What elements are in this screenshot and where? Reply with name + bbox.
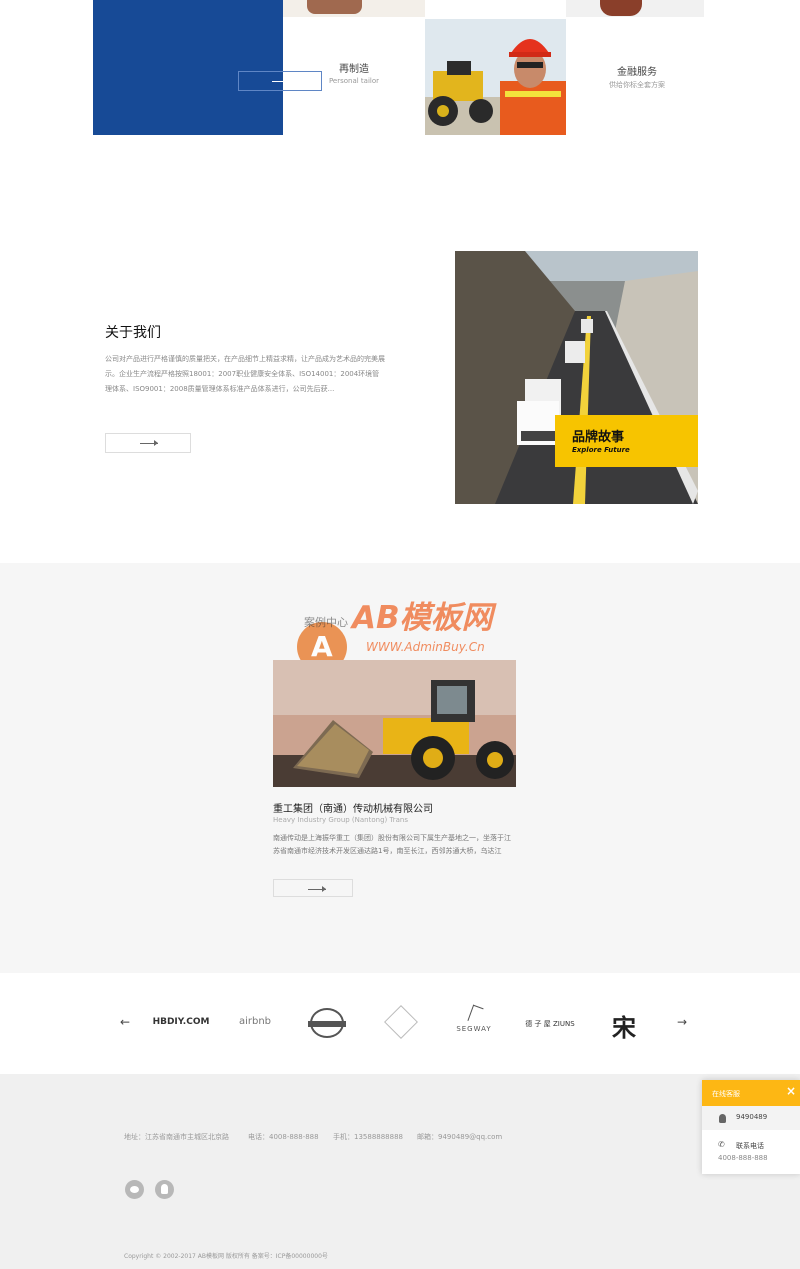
product-shape — [307, 0, 362, 14]
brand-story-title: 品牌故事 — [572, 430, 625, 445]
hands-shape — [600, 0, 642, 16]
badge-banner — [308, 1021, 346, 1027]
watermark-url: WWW.AdminBuy.Cn — [366, 640, 485, 654]
service-image-worker — [425, 19, 566, 135]
partners-prev-arrow-icon[interactable]: ← — [120, 1015, 130, 1029]
brand-story-subtitle: Explore Future — [572, 446, 630, 454]
service-subtitle: Personal tailor — [328, 77, 380, 85]
partner-logo-diamond-icon[interactable] — [384, 1005, 418, 1039]
phone-icon: ✆ — [718, 1140, 725, 1149]
online-service-widget: 在线客服 × 9490489 ✆ 联系电话 4008-888-888 — [702, 1080, 800, 1174]
footer — [0, 1074, 800, 1269]
widget-contact-phone: 4008-888-888 — [718, 1154, 768, 1162]
partners-next-arrow-icon[interactable]: → — [677, 1015, 687, 1029]
partner-logo-ziuns[interactable]: 德 子 屋 ZIUNS — [522, 1019, 578, 1029]
watermark-brand: AB模板网 — [352, 600, 493, 636]
partner-logo-airbnb[interactable]: airbnb — [230, 1016, 280, 1027]
section-heading-faded: 案例中心 — [304, 616, 348, 629]
about-title: 关于我们 — [105, 325, 161, 341]
segway-mark-icon — [467, 1004, 484, 1025]
case-text: 南通传动是上海振华重工（集团）股份有限公司下属生产基地之一，坐落于江苏省南通市经… — [273, 834, 511, 855]
partner-logo-segway[interactable]: SEGWAY — [448, 1025, 500, 1033]
close-icon[interactable]: × — [786, 1084, 796, 1098]
service-card-highlight — [93, 0, 322, 135]
partner-logo-calligraphy[interactable]: 宋 — [606, 1008, 642, 1043]
widget-qq-number: 9490489 — [736, 1113, 768, 1121]
footer-phone: 电话：4008-888-888 — [248, 1133, 319, 1141]
service-title: 金融服务 — [617, 67, 657, 78]
weibo-icon[interactable] — [125, 1180, 144, 1199]
partner-logo-badge-icon[interactable] — [308, 1008, 346, 1038]
qq-icon[interactable] — [155, 1180, 174, 1199]
about-text: 公司对产品进行严格谨慎的质量把关，在产品细节上精益求精，让产品成为艺术品的完美展… — [105, 355, 385, 393]
case-title[interactable]: 重工集团（南通）传动机械有限公司 — [273, 800, 433, 815]
partner-logo-hbdiy[interactable]: HBDIY.COM — [150, 1017, 212, 1027]
footer-mobile: 手机：13588888888 — [333, 1133, 403, 1141]
widget-contact-label: 联系电话 — [736, 1142, 764, 1150]
service-subtitle: 供给你标全套方案 — [609, 81, 665, 89]
footer-copyright: Copyright © 2002-2017 AB模板网 版权所有 备案号：ICP… — [124, 1253, 328, 1260]
widget-qq-row[interactable]: 9490489 — [702, 1106, 800, 1130]
footer-address: 地址：江苏省南通市主城区北京路 — [124, 1133, 229, 1141]
service-title: 再制造 — [339, 64, 369, 75]
widget-header: 在线客服 × — [702, 1080, 800, 1106]
case-more-button[interactable] — [273, 879, 353, 897]
about-more-button[interactable] — [105, 433, 191, 453]
case-image — [273, 660, 516, 787]
widget-title: 在线客服 — [712, 1090, 740, 1098]
case-subtitle: Heavy Industry Group (Nantong) Trans — [273, 816, 408, 824]
qq-small-icon — [719, 1114, 726, 1123]
service-image-product — [283, 0, 425, 17]
footer-email: 邮箱：9490489@qq.com — [417, 1133, 503, 1141]
service-image-hands — [566, 0, 704, 17]
brand-story-image — [455, 251, 698, 504]
